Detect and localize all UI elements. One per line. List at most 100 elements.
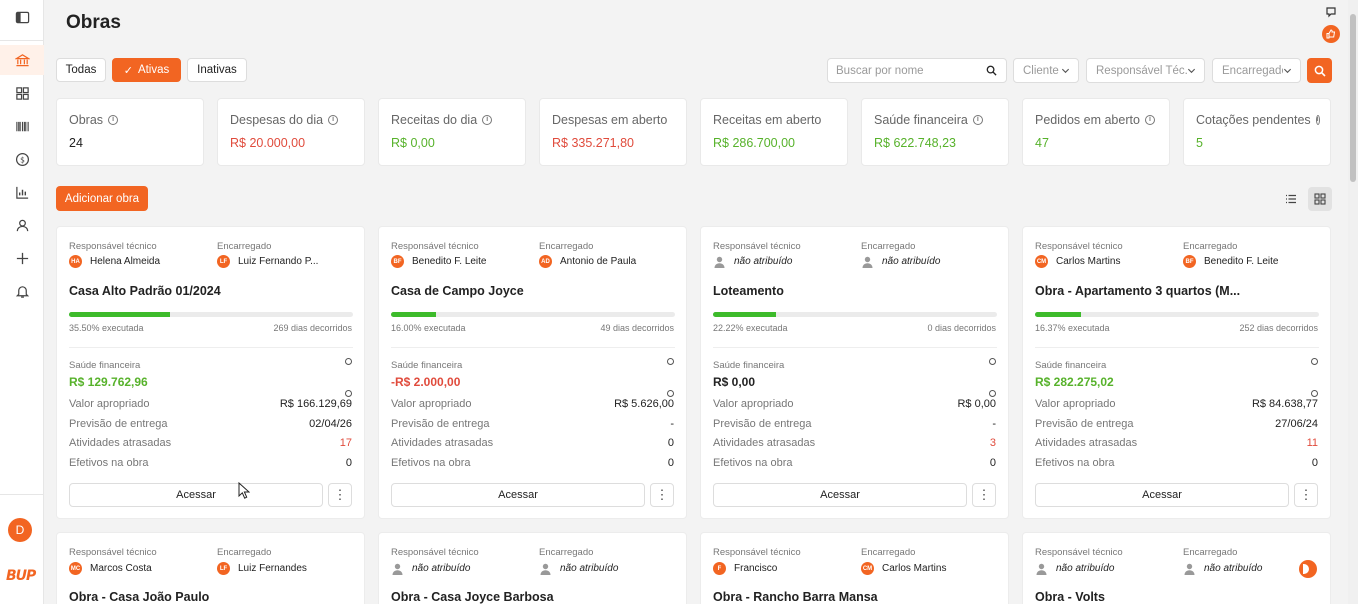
- progress-label: 35.50% executada: [69, 323, 144, 333]
- info-icon[interactable]: i: [328, 115, 339, 125]
- info-icon[interactable]: [989, 390, 996, 397]
- tab-ativas[interactable]: ✓ Ativas: [112, 58, 181, 82]
- info-icon[interactable]: i: [972, 115, 983, 125]
- acessar-button[interactable]: Acessar: [69, 483, 323, 507]
- info-icon[interactable]: [345, 390, 352, 397]
- row-label: Previsão de entrega: [713, 418, 812, 430]
- scrollbar-thumb[interactable]: [1350, 14, 1356, 182]
- info-icon[interactable]: i: [1315, 115, 1320, 125]
- more-options-button[interactable]: ⋮: [328, 483, 352, 507]
- obra-title[interactable]: Obra - Apartamento 3 quartos (M...: [1035, 284, 1240, 298]
- barcode-icon[interactable]: [0, 111, 44, 141]
- tab-todas[interactable]: Todas: [56, 58, 106, 82]
- encarregado-select[interactable]: Encarregado: [1212, 58, 1301, 83]
- stat-card: Obras i 24: [56, 98, 204, 166]
- user-placeholder-icon: [1183, 562, 1196, 575]
- plus-icon[interactable]: [0, 243, 44, 273]
- bell-icon[interactable]: [0, 276, 44, 306]
- thumbs-up-button[interactable]: [1322, 25, 1340, 43]
- stat-label-text: Receitas em aberto: [713, 113, 822, 127]
- stat-label-text: Pedidos em aberto: [1035, 113, 1140, 127]
- person-chip: não atribuído: [1183, 562, 1262, 575]
- info-icon[interactable]: [1311, 358, 1318, 365]
- sidebar-toggle-icon[interactable]: [0, 2, 44, 32]
- acessar-button[interactable]: Acessar: [1035, 483, 1289, 507]
- feedback-icon[interactable]: [1325, 6, 1337, 18]
- row-value: 02/04/26: [309, 418, 352, 430]
- divider: [69, 347, 353, 348]
- row-label: Efetivos na obra: [1035, 457, 1115, 469]
- obra-title[interactable]: Casa de Campo Joyce: [391, 284, 524, 298]
- info-icon[interactable]: [345, 358, 352, 365]
- obra-title[interactable]: Casa Alto Padrão 01/2024: [69, 284, 221, 298]
- row-label: Efetivos na obra: [713, 457, 793, 469]
- row-value: 0: [667, 457, 674, 469]
- info-icon[interactable]: [1311, 390, 1318, 397]
- thumbs-up-icon: [1326, 29, 1336, 39]
- stat-label-text: Despesas em aberto: [552, 113, 668, 127]
- row-label: Previsão de entrega: [391, 418, 490, 430]
- search-input[interactable]: Buscar por nome: [827, 58, 1007, 83]
- obra-card: Responsável técnico Encarregado não atribu…: [1022, 532, 1331, 604]
- grid-icon[interactable]: [0, 78, 44, 108]
- more-options-button[interactable]: ⋮: [650, 483, 674, 507]
- grid-view-button[interactable]: [1308, 187, 1332, 211]
- tab-inativas[interactable]: Inativas: [187, 58, 247, 82]
- progress-bar: [1035, 312, 1319, 317]
- obra-title[interactable]: Obra - Volts: [1035, 590, 1105, 604]
- days-elapsed: 0 dias decorridos: [927, 323, 996, 333]
- responsavel-select[interactable]: Responsável Téc.: [1086, 58, 1205, 83]
- bar-chart-icon[interactable]: [0, 177, 44, 207]
- search-button[interactable]: [1307, 58, 1332, 83]
- saude-label: Saúde financeira: [1035, 360, 1107, 371]
- progress-fill: [391, 312, 437, 317]
- more-options-button[interactable]: ⋮: [1294, 483, 1318, 507]
- cliente-select[interactable]: Cliente: [1013, 58, 1079, 83]
- progress-label: 22.22% executada: [713, 323, 788, 333]
- info-icon[interactable]: i: [108, 115, 119, 125]
- progress-bar: [69, 312, 353, 317]
- more-options-button[interactable]: ⋮: [972, 483, 996, 507]
- dollar-icon[interactable]: $: [0, 144, 44, 174]
- user-icon[interactable]: [0, 210, 44, 240]
- person-chip: não atribuído: [861, 255, 940, 268]
- obra-title[interactable]: Obra - Casa João Paulo: [69, 590, 209, 604]
- chevron-down-icon: [1283, 68, 1292, 74]
- sidebar-divider: [0, 40, 44, 41]
- saude-label: Saúde financeira: [69, 360, 141, 371]
- avatar: MC: [69, 562, 82, 575]
- info-icon[interactable]: [667, 390, 674, 397]
- days-elapsed: 252 dias decorridos: [1239, 323, 1318, 333]
- avatar: LF: [217, 562, 230, 575]
- info-icon[interactable]: [667, 358, 674, 365]
- search-icon: [986, 65, 997, 76]
- acessar-button[interactable]: Acessar: [391, 483, 645, 507]
- obra-title[interactable]: Loteamento: [713, 284, 784, 298]
- info-row: Previsão de entrega -: [391, 418, 674, 430]
- info-icon[interactable]: i: [482, 115, 493, 125]
- list-view-button[interactable]: [1279, 187, 1303, 211]
- acessar-button[interactable]: Acessar: [713, 483, 967, 507]
- help-widget-button[interactable]: [1299, 560, 1317, 578]
- stat-card: Receitas do dia i R$ 0,00: [378, 98, 526, 166]
- info-icon[interactable]: i: [1144, 115, 1155, 125]
- obra-card: Responsável técnico Encarregado CM Carlos M…: [1022, 226, 1331, 519]
- stat-card: Despesas do dia i R$ 20.000,00: [217, 98, 365, 166]
- row-label: Valor apropriado: [713, 398, 794, 410]
- stat-label: Pedidos em aberto i: [1035, 113, 1157, 127]
- divider: [713, 347, 997, 348]
- obra-title[interactable]: Obra - Rancho Barra Mansa: [713, 590, 878, 604]
- saude-value: R$ 129.762,96: [69, 375, 148, 389]
- person-chip: HA Helena Almeida: [69, 255, 160, 268]
- resp-tecnico-label: Responsável técnico: [391, 547, 479, 558]
- add-obra-button[interactable]: Adicionar obra: [56, 186, 148, 211]
- avatar[interactable]: D: [8, 518, 32, 542]
- select-label: Responsável Téc.: [1096, 64, 1187, 77]
- person-name: não atribuído: [1056, 563, 1115, 574]
- info-icon[interactable]: [989, 358, 996, 365]
- resp-tecnico-label: Responsável técnico: [391, 241, 479, 252]
- person-name: não atribuído: [1204, 563, 1263, 574]
- bank-icon[interactable]: [0, 45, 44, 75]
- list-icon: [1286, 194, 1296, 204]
- obra-title[interactable]: Obra - Casa Joyce Barbosa: [391, 590, 554, 604]
